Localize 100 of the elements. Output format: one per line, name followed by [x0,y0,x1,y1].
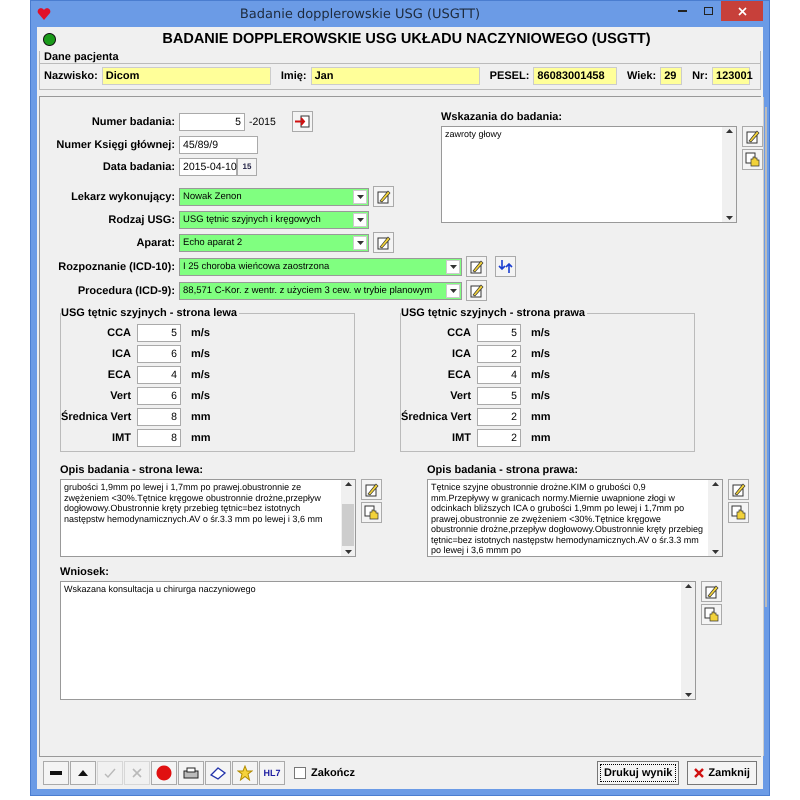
measure-label: Średnica Vert [401,411,471,423]
caret-icon [726,129,732,133]
section-label: Wskazania do badania: [441,111,564,125]
book-number-field[interactable]: 45/89/9 [179,136,258,154]
number-button[interactable] [292,111,313,132]
measure-field[interactable]: 2 [477,429,521,447]
patient-field[interactable]: Jan [310,67,480,85]
field-label: Aparat: [135,236,175,248]
caret-icon [684,584,692,588]
print-button[interactable]: Drukuj wynik [596,761,680,785]
close-button[interactable] [721,1,763,21]
unit-label: mm [531,432,551,444]
caret-icon [356,218,364,222]
swap-icon [498,259,513,274]
record-button[interactable] [151,761,177,785]
measure-field[interactable]: 8 [137,408,181,426]
edit-button[interactable] [742,126,763,147]
dropdown[interactable]: Echo aparat 2 [179,234,369,252]
triangle-up-icon [78,770,88,776]
measure-field[interactable]: 5 [477,387,521,405]
minus-button[interactable] [43,761,69,785]
edit-button[interactable] [373,232,394,253]
dropdown[interactable]: Nowak Zenon [179,188,369,206]
section-label: Opis badania - strona lewa: [60,464,204,478]
description-field[interactable]: Tętnice szyjne obustronnie drożne.KIM o grubości 0,9 mm.Przepływy w granicach normy.Miernie uwapnione złogi w odcinkach bliższych ICA o grubości 1,9mm po lewej i 1,7mm po prawej.obustronnie ze zwężeniem <30%.Tętnice kręgowe obustronnie drożne,przepływ dogłowowy.Obustronnie kręty przebieg tętnic=bez istotnych następstw hemodynamicznych.AV o śr.3.3 mm po lewej i 3,6 mmm po [427,479,723,557]
measure-field[interactable]: 5 [137,324,181,342]
minimize-icon [678,10,686,12]
field-label: Nr: [692,70,708,82]
edit-button[interactable] [466,256,487,277]
field-label: Numer Księgi głównej: [55,138,175,150]
minus-icon [50,771,62,775]
number-field[interactable]: 5 [179,112,245,130]
unit-label: m/s [191,348,210,360]
unit-label: m/s [191,327,210,339]
caret-icon [344,482,352,486]
edit-button[interactable] [373,186,394,207]
scrollbar[interactable] [341,480,355,556]
unit-label: mm [191,411,211,423]
hl7-button[interactable]: HL7 [259,761,285,785]
scrollbar[interactable] [708,480,722,556]
patient-field[interactable]: Dicom [102,67,271,85]
template-button[interactable] [742,149,763,170]
field-label: Procedura (ICD-9): [76,284,175,296]
conclusion-field[interactable]: Wskazana konsultacja u chirurga naczyniowego [60,581,696,700]
field-label: Lekarz wykonujący: [70,190,175,202]
dropdown[interactable]: USG tętnic szyjnych i kręgowych [179,210,369,228]
group-label: Dane pacjenta [43,51,120,63]
calendar-button[interactable]: 15 [237,158,257,176]
measure-label: Vert [449,390,471,402]
edit-button[interactable] [466,280,487,301]
help-icon[interactable] [43,32,56,46]
edit-button[interactable] [728,479,749,500]
field-label: Nazwisko: [44,70,98,82]
measure-field[interactable]: 2 [477,345,521,363]
patient-field[interactable]: 29 [660,67,682,85]
measure-field[interactable]: 4 [477,366,521,384]
patient-field[interactable]: 86083001458 [533,67,617,85]
template-button[interactable] [701,604,722,625]
dropdown[interactable]: 88,571 C-Kor. z wentr. z użyciem 3 cew. w trybie planowym [179,282,462,300]
indications-field[interactable]: zawroty głowy [441,126,737,223]
template-button[interactable] [728,502,749,523]
measure-field[interactable]: 2 [477,408,521,426]
edit-icon [469,259,484,274]
maximize-icon [704,7,712,15]
measure-label: ICA [451,348,471,360]
caret-icon [684,693,692,697]
dropdown[interactable]: I 25 choroba wieńcowa zaostrzona [179,258,462,276]
edit-button[interactable] [701,581,722,602]
date-field[interactable]: 2015-04-10 [179,158,237,176]
edit-icon [745,129,760,144]
edit-icon [376,235,391,250]
eraser-button[interactable] [205,761,231,785]
scroll-thumb[interactable] [342,504,354,546]
caret-icon [450,288,456,292]
checkbox[interactable] [294,767,306,779]
measure-field[interactable]: 6 [137,345,181,363]
measure-field[interactable]: 8 [137,429,181,447]
description-field[interactable]: grubości 1,9mm po lewej i 1,7mm po prawej.obustronnie ze zwężeniem <30%.Tętnice kręgowe obustronnie drożne,przepływ dogłowowy.Obustronnie kręty przebieg tętnic=bez istotnych następstw hemodynamicznych.AV o śr.3.3 mm po lewej i 3,6 mm [60,479,356,557]
edit-icon [364,482,379,497]
measure-field[interactable]: 6 [137,387,181,405]
measure-label: CCA [446,327,471,339]
unit-label: m/s [531,369,550,381]
swap-button[interactable] [495,256,516,277]
printer-button[interactable] [178,761,204,785]
hand-icon [364,505,379,520]
field-label: PESEL: [490,70,530,82]
hand-icon [704,607,719,622]
measure-field[interactable]: 4 [137,366,181,384]
star-button[interactable] [232,761,258,785]
patient-field[interactable]: 123001 [712,67,750,85]
field-label: Rodzaj USG: [107,214,175,226]
close-icon [738,6,746,16]
measure-field[interactable]: 5 [477,324,521,342]
template-button[interactable] [361,502,382,523]
year-suffix: -2015 [249,116,276,128]
measure-label: ECA [446,369,471,381]
close-form-button[interactable]: Zamknij [687,761,757,785]
up-button[interactable] [70,761,96,785]
cross-icon [132,768,142,778]
edit-button[interactable] [361,479,382,500]
